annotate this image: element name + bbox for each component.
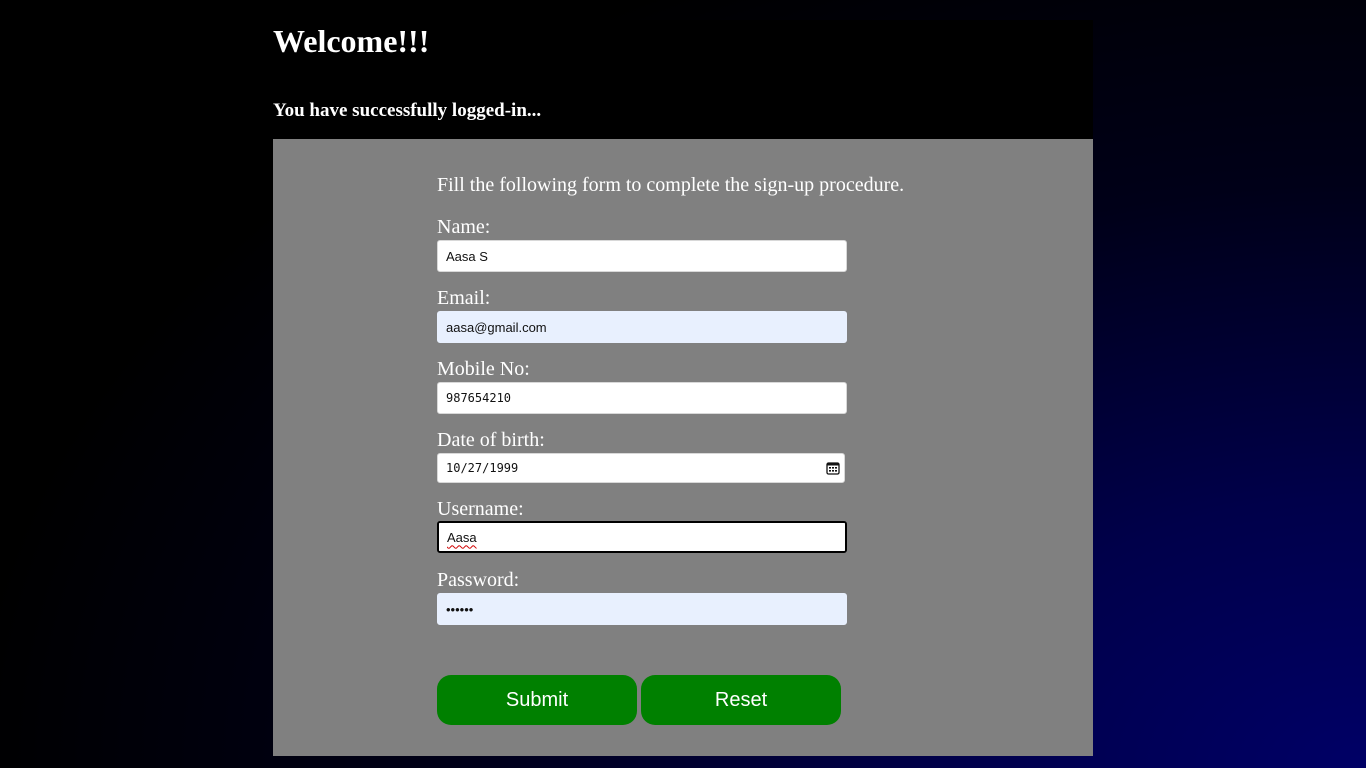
submit-button[interactable]: Submit xyxy=(437,675,637,725)
name-label: Name: xyxy=(437,216,491,238)
username-input[interactable]: Aasa xyxy=(437,521,847,553)
mobile-input[interactable]: 987654210 xyxy=(437,382,847,414)
mobile-input-value: 987654210 xyxy=(446,391,512,405)
username-label: Username: xyxy=(437,498,524,520)
welcome-header: Welcome!!! You have successfully logged-… xyxy=(273,20,1093,139)
name-input[interactable]: Aasa S xyxy=(437,240,847,272)
password-input[interactable]: •••••• xyxy=(437,593,847,625)
dob-input-value: 10/27/1999 xyxy=(446,461,519,475)
form-intro-text: Fill the following form to complete the … xyxy=(437,174,905,196)
name-input-value: Aasa S xyxy=(446,248,488,264)
dob-label: Date of birth: xyxy=(437,429,545,451)
page-title: Welcome!!! xyxy=(273,23,430,59)
email-input[interactable]: aasa@gmail.com xyxy=(437,311,847,343)
password-input-value: •••••• xyxy=(446,601,474,617)
calendar-icon[interactable] xyxy=(826,461,840,475)
reset-button[interactable]: Reset xyxy=(641,675,841,725)
email-input-value: aasa@gmail.com xyxy=(446,319,547,335)
username-input-value: Aasa xyxy=(447,529,477,545)
email-label: Email: xyxy=(437,287,491,309)
dob-date-input[interactable]: 10/27/1999 xyxy=(437,453,845,483)
login-status-message: You have successfully logged-in... xyxy=(273,100,542,121)
password-label: Password: xyxy=(437,569,520,591)
mobile-label: Mobile No: xyxy=(437,358,530,380)
signup-form-panel: Fill the following form to complete the … xyxy=(273,139,1093,756)
